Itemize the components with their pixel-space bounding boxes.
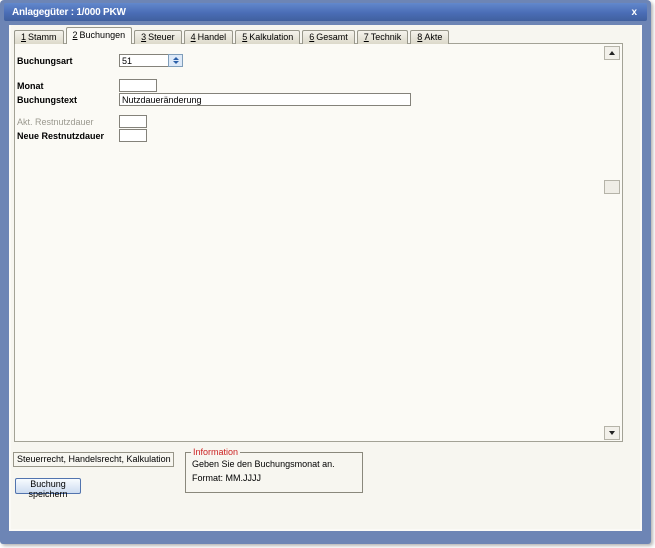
tab-4-handel[interactable]: 4 Handel <box>183 30 234 44</box>
tab-label: Akte <box>424 32 443 42</box>
tab-label: Buchungen <box>79 30 126 40</box>
akt-restnutzdauer-label: Akt. Restnutzdauer <box>17 117 94 127</box>
buchungstext-input[interactable] <box>119 93 411 106</box>
neue-restnutzdauer-input[interactable] <box>119 129 147 142</box>
scrollbar-down-button[interactable] <box>604 426 620 440</box>
title-bar: Anlagegüter : 1/000 PKW x <box>4 3 647 21</box>
app-window: Anlagegüter : 1/000 PKW x 1 Stamm 2 Buchun… <box>0 0 651 544</box>
buchungsart-spinner[interactable] <box>168 54 183 67</box>
akt-restnutzdauer-input[interactable] <box>119 115 147 128</box>
tab-hotkey: 7 <box>363 32 369 42</box>
tab-7-technik[interactable]: 7 Technik <box>356 30 409 44</box>
window-title: Anlagegüter : 1/000 PKW <box>12 6 126 18</box>
tab-label: Stamm <box>28 32 57 42</box>
tab-label: Technik <box>370 32 402 42</box>
arrow-up-icon <box>609 51 615 55</box>
information-groupbox: Information Geben Sie den Buchungsmonat … <box>185 448 363 493</box>
spinner-up-icon <box>172 57 179 60</box>
scrollbar-thumb[interactable] <box>604 180 620 194</box>
tab-label: Steuer <box>148 32 175 42</box>
tab-hotkey: 6 <box>309 32 315 42</box>
tab-hotkey: 3 <box>141 32 147 42</box>
neue-restnutzdauer-label: Neue Restnutzdauer <box>17 131 105 141</box>
tab-hotkey: 1 <box>21 32 27 42</box>
tab-hotkey: 5 <box>242 32 248 42</box>
tab-hotkey: 4 <box>190 32 196 42</box>
monat-label: Monat <box>17 81 44 91</box>
tab-hotkey: 8 <box>417 32 423 42</box>
buchungsart-label: Buchungsart <box>17 56 73 66</box>
information-line-1: Geben Sie den Buchungsmonat an. <box>192 459 335 469</box>
tab-5-kalkulation[interactable]: 5 Kalkulation <box>235 30 301 44</box>
tab-2-buchungen[interactable]: 2 Buchungen <box>65 27 133 44</box>
save-booking-button[interactable]: Buchung speichern <box>15 478 81 499</box>
tab-label: Kalkulation <box>249 32 294 42</box>
buchungstext-label: Buchungstext <box>17 95 78 105</box>
arrow-down-icon <box>609 431 615 435</box>
close-icon[interactable]: x <box>631 7 647 18</box>
information-line-2: Format: MM.JJJJ <box>192 473 261 483</box>
tab-3-steuer[interactable]: 3 Steuer <box>134 30 182 44</box>
tab-8-akte[interactable]: 8 Akte <box>410 30 450 44</box>
tab-hotkey: 2 <box>72 30 78 40</box>
tab-strip: 1 Stamm 2 Buchungen 3 Steuer 4 Handel 5 Kalku… <box>14 27 451 44</box>
tab-1-stamm[interactable]: 1 Stamm <box>14 30 64 44</box>
scope-readonly-field: Steuerrecht, Handelsrecht, Kalkulation <box>13 452 174 467</box>
scrollbar-up-button[interactable] <box>604 46 620 60</box>
monat-input[interactable] <box>119 79 157 92</box>
information-title: Information <box>191 447 241 457</box>
tab-6-gesamt[interactable]: 6 Gesamt <box>302 30 355 44</box>
buchungsart-input[interactable] <box>119 54 169 67</box>
spinner-down-icon <box>172 61 179 64</box>
tab-label: Handel <box>197 32 227 42</box>
tab-label: Gesamt <box>316 32 348 42</box>
